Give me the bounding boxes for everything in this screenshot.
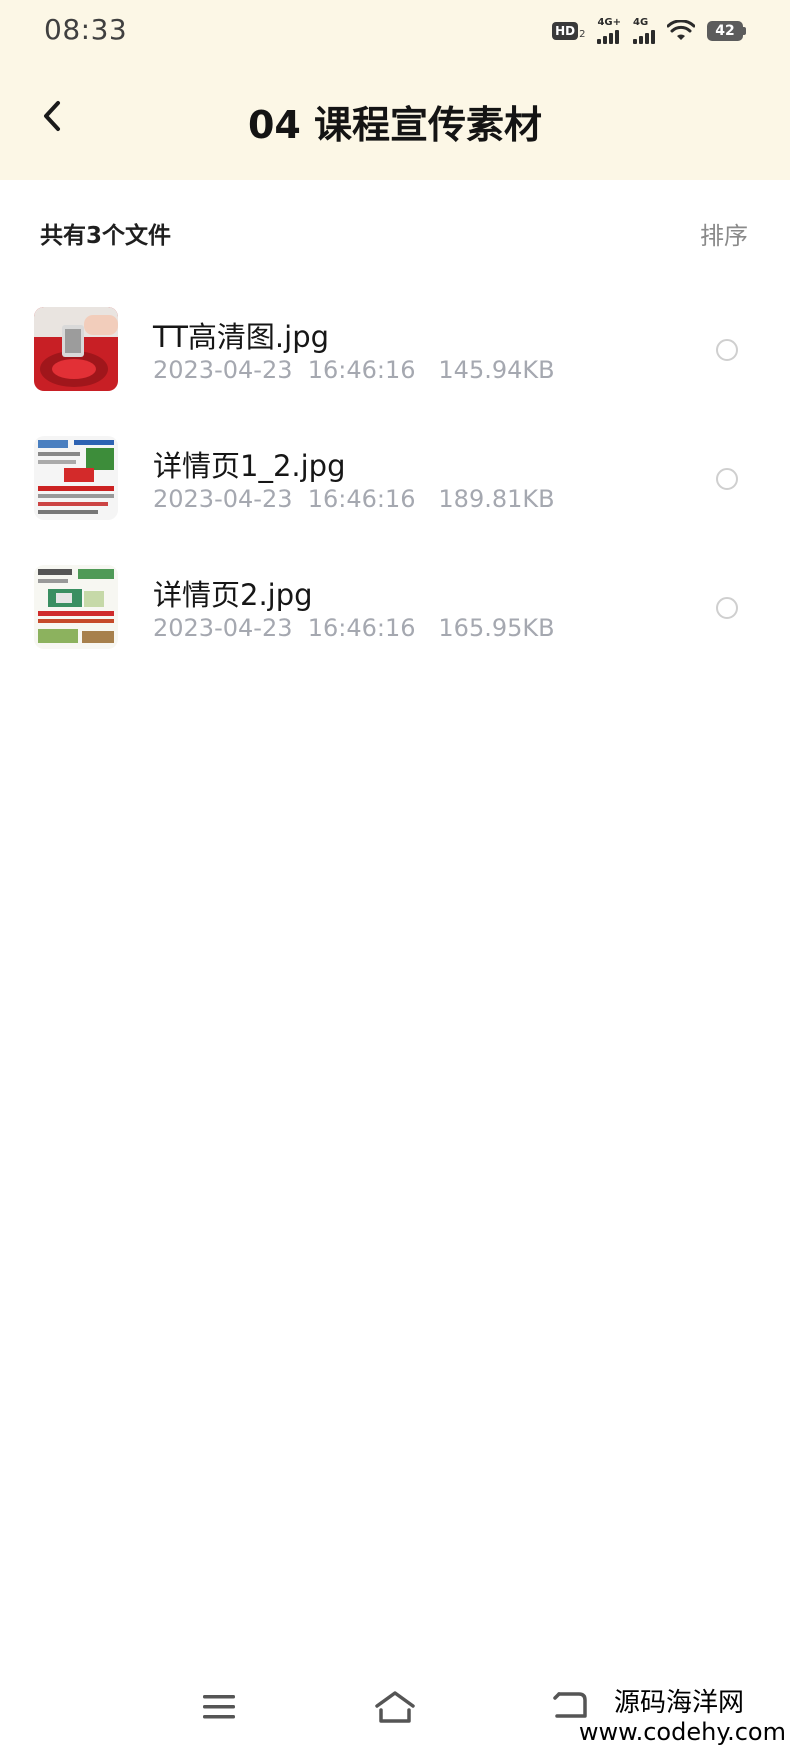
file-count-label: 共有3个文件 [40,223,172,249]
sort-button[interactable]: 排序 [700,216,748,251]
hd-sub-label: 2 [579,29,586,40]
file-item[interactable]: 详情页1_2.jpg 2023-04-23 16:46:16 189.81KB [0,429,790,558]
hd-label: HD [552,22,579,40]
file-meta: 2023-04-23 16:46:16 189.81KB [153,485,555,513]
home-icon [375,1691,415,1723]
watermark-url: www.codehy.com [578,1718,786,1746]
top-bar: 08:33 HD 2 4G+ 4G 42 04 课程宣传素材 [0,0,790,180]
file-thumbnail-image [34,436,118,520]
signal-icon-sim2: 4G [633,18,655,44]
watermark: 源码海洋网 www.codehy.com [578,1682,790,1756]
hd-voice-icon: HD 2 [552,22,585,40]
watermark-text: 源码海洋网 [613,1688,744,1718]
signal-icon-sim1: 4G+ [597,18,621,44]
file-thumbnail-image [34,307,118,391]
select-radio[interactable] [716,339,738,361]
status-icons: HD 2 4G+ 4G 42 [552,14,746,48]
network-type-sim1: 4G+ [597,17,621,28]
home-button[interactable] [370,1682,420,1732]
file-meta: 2023-04-23 16:46:16 165.95KB [153,614,555,642]
file-list-screen: 08:33 HD 2 4G+ 4G 42 04 课程宣传素材 共有3个文件 排序… [0,0,790,1756]
file-name: 详情页1_2.jpg [153,449,346,483]
menu-icon [203,1695,235,1719]
page-title: 04 课程宣传素材 [247,103,543,147]
menu-button[interactable] [194,1682,244,1732]
wifi-icon [667,20,695,42]
select-radio[interactable] [716,597,738,619]
network-type-sim2: 4G [633,17,649,28]
file-name: TT高清图.jpg [153,320,330,354]
select-radio[interactable] [716,468,738,490]
battery-level: 42 [707,21,743,41]
file-list: TT高清图.jpg 2023-04-23 16:46:16 145.94KB 详… [0,300,790,687]
file-item[interactable]: 详情页2.jpg 2023-04-23 16:46:16 165.95KB [0,558,790,687]
battery-icon: 42 [707,21,746,41]
file-item[interactable]: TT高清图.jpg 2023-04-23 16:46:16 145.94KB [0,300,790,429]
status-time: 08:33 [44,13,128,46]
file-name: 详情页2.jpg [153,578,313,612]
file-thumbnail-image [34,565,118,649]
file-meta: 2023-04-23 16:46:16 145.94KB [153,356,555,384]
